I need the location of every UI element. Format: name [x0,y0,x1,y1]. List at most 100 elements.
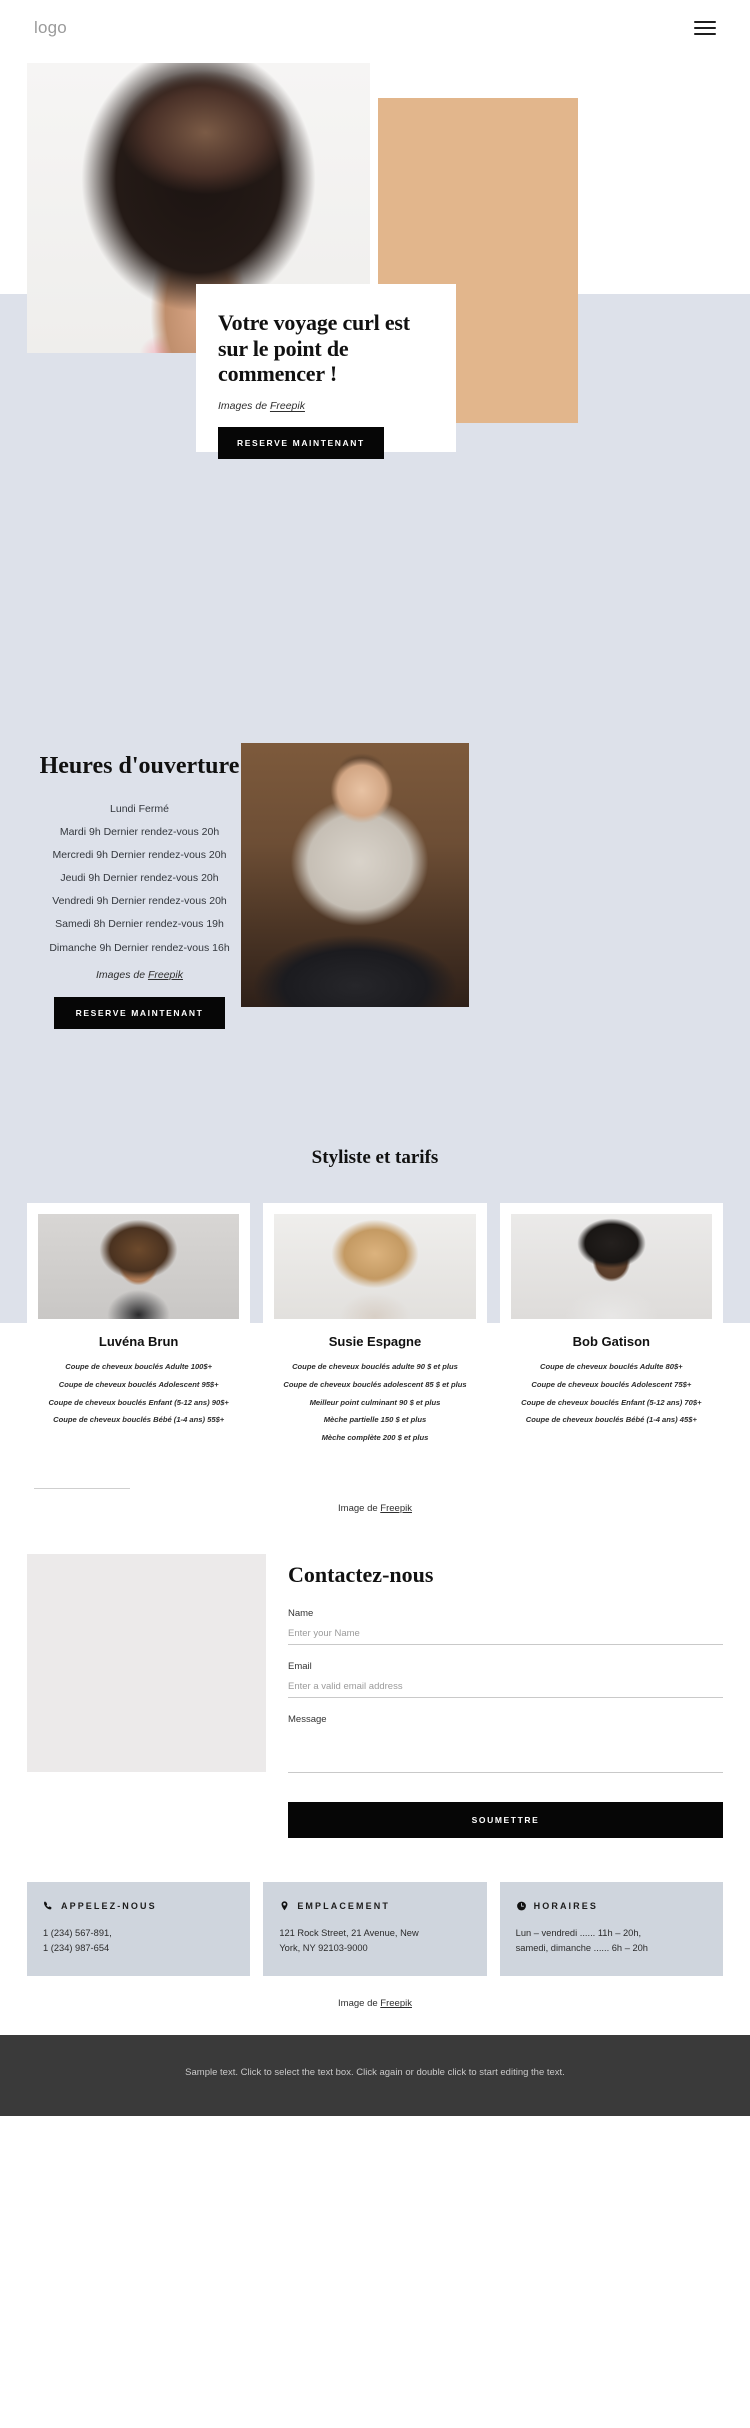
stylist-card[interactable]: Bob Gatison Coupe de cheveux bouclés Adu… [499,1203,723,1447]
info-box-row: APPELEZ-NOUS 1 (234) 567-891, 1 (234) 98… [0,1838,750,1977]
price-line: Meilleur point culminant 90 $ et plus [309,1397,441,1407]
hero-title: Votre voyage curl est sur le point de co… [218,310,410,387]
opening-hours-text: Heures d'ouverture Lundi Fermé Mardi 9h … [12,753,267,1029]
price-line: Mèche complète 200 $ et plus [321,1433,429,1443]
hero-image-credit: Images de Freepik [218,400,434,412]
price-line: Mèche partielle 150 $ et plus [323,1415,427,1425]
price-line: Coupe de cheveux bouclés Bébé (1-4 ans) … [525,1415,697,1425]
info-line: 1 (234) 567-891, [43,1927,112,1938]
credit-link[interactable]: Freepik [270,400,305,412]
info-box-header: EMPLACEMENT [279,1900,470,1912]
stylist-card-list: Luvéna Brun Coupe de cheveux bouclés Adu… [0,1203,750,1464]
stylist-name: Susie Espagne [328,1334,422,1349]
hamburger-icon[interactable] [694,21,716,35]
credit-prefix: Images de [96,968,148,981]
clock-icon [516,1901,526,1911]
stylist-name: Bob Gatison [572,1334,650,1349]
hamburger-bar [694,21,716,23]
info-box-header: HORAIRES [516,1900,707,1912]
hours-line: Samedi 8h Dernier rendez-vous 19h [55,918,224,931]
credit-link[interactable]: Freepik [380,1503,412,1514]
site-header: logo [0,0,750,56]
contact-form: Contactez-nous Name Email Message SOUMET… [288,1554,723,1838]
price-line: Coupe de cheveux bouclés Adulte 80$+ [540,1362,683,1371]
info-box-header: APPELEZ-NOUS [43,1900,234,1912]
hours-line: Mardi 9h Dernier rendez-vous 20h [59,825,220,838]
info-line: York, NY 92103-9000 [279,1943,368,1954]
opening-hours-inner: Heures d'ouverture Lundi Fermé Mardi 9h … [0,743,750,1033]
hours-image-content [241,743,469,1007]
opening-hours-title: Heures d'ouverture [39,753,240,779]
credit-prefix: Images de [218,400,270,413]
message-label: Message [288,1713,327,1725]
submit-button[interactable]: SOUMETTRE [288,1801,723,1838]
name-input[interactable] [288,1624,723,1645]
stylists-title: Styliste et tarifs [311,1147,439,1168]
email-input[interactable] [288,1677,723,1698]
hours-image-credit: Images de Freepik [12,969,267,981]
credit-link[interactable]: Freepik [148,969,183,981]
location-pin-icon [281,1901,288,1910]
name-field-group: Name [288,1608,723,1645]
stylist-name: Luvéna Brun [98,1334,179,1349]
price-line: Coupe de cheveux bouclés Enfant (5-12 an… [521,1397,702,1407]
stylist-photo [38,1214,240,1319]
hours-line: Jeudi 9h Dernier rendez-vous 20h [60,872,219,885]
credit-prefix: Image de [338,1998,381,2010]
opening-hours-list: Lundi Fermé Mardi 9h Dernier rendez-vous… [12,803,267,955]
stylist-photo [274,1214,476,1319]
hours-line: Vendredi 9h Dernier rendez-vous 20h [52,895,227,908]
name-label: Name [288,1607,314,1619]
page-root: logo Votre voyage curl est sur le point … [0,0,750,2116]
footer-text: Sample text. Click to select the text bo… [185,2067,565,2079]
stylist-price-list: Coupe de cheveux bouclés Adulte 80$+ Cou… [511,1361,712,1426]
contact-section: Contactez-nous Name Email Message SOUMET… [0,1553,750,1838]
hours-line: Mercredi 9h Dernier rendez-vous 20h [52,849,227,862]
footer-image-credit: Image de Freepik [0,1976,750,2035]
info-box-hours: HORAIRES Lun – vendredi ...... 11h – 20h… [499,1881,723,1977]
hero-text-card: Votre voyage curl est sur le point de co… [196,284,456,460]
stylist-photo-content [510,1214,712,1319]
stylist-photo-content [274,1214,476,1319]
hero-book-button[interactable]: RESERVE MAINTENANT [218,427,384,460]
price-line: Coupe de cheveux bouclés Adolescent 95$+ [58,1379,219,1389]
hours-button-row: RESERVE MAINTENANT [12,996,267,1029]
info-box-title: HORAIRES [533,1900,598,1911]
info-box-title: APPELEZ-NOUS [61,1900,157,1911]
hero-section: Votre voyage curl est sur le point de co… [0,56,750,681]
stylists-image-credit: Image de Freepik [0,1489,750,1554]
credit-link[interactable]: Freepik [380,1998,412,2009]
stylists-section: Styliste et tarifs Luvéna Brun Coupe de … [0,1103,750,1554]
price-line: Coupe de cheveux bouclés adulte 90 $ et … [292,1362,458,1371]
message-textarea[interactable] [288,1728,723,1773]
stylist-price-list: Coupe de cheveux bouclés Adulte 100$+ Co… [38,1361,239,1426]
hours-book-button[interactable]: RESERVE MAINTENANT [53,996,226,1029]
site-logo[interactable]: logo [34,18,67,38]
email-label: Email [288,1660,312,1672]
info-box-call: APPELEZ-NOUS 1 (234) 567-891, 1 (234) 98… [27,1881,251,1977]
price-line: Coupe de cheveux bouclés Enfant (5-12 an… [48,1397,229,1407]
hamburger-bar [694,33,716,35]
hours-line: Lundi Fermé [110,802,169,815]
opening-hours-section: Heures d'ouverture Lundi Fermé Mardi 9h … [0,681,750,1103]
info-box-title: EMPLACEMENT [297,1900,390,1911]
hours-image [241,743,469,1007]
stylist-card[interactable]: Susie Espagne Coupe de cheveux bouclés a… [263,1203,487,1464]
credit-prefix: Image de [338,1502,381,1514]
price-line: Coupe de cheveux bouclés adolescent 85 $… [283,1379,467,1389]
price-line: Coupe de cheveux bouclés Adulte 100$+ [65,1362,213,1371]
hours-line: Dimanche 9h Dernier rendez-vous 16h [49,941,230,954]
site-footer: Sample text. Click to select the text bo… [0,2035,750,2116]
price-line: Coupe de cheveux bouclés Bébé (1-4 ans) … [53,1415,225,1425]
info-line: samedi, dimanche ...... 6h – 20h [515,1943,648,1954]
info-line: 1 (234) 987-654 [43,1943,110,1954]
stylist-card[interactable]: Luvéna Brun Coupe de cheveux bouclés Adu… [27,1203,251,1447]
info-line: 121 Rock Street, 21 Avenue, New [279,1927,419,1938]
contact-image [27,1553,266,1772]
message-field-group: Message [288,1714,723,1778]
contact-title: Contactez-nous [288,1561,434,1587]
info-line: Lun – vendredi ...... 11h – 20h, [515,1927,642,1938]
email-field-group: Email [288,1661,723,1698]
stylist-price-list: Coupe de cheveux bouclés adulte 90 $ et … [274,1361,475,1444]
contact-image-content [27,1554,266,1772]
